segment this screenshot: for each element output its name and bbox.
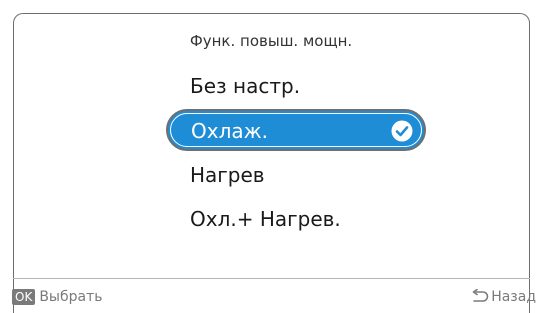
- option-cooling-heating[interactable]: Охл.+ Нагрев.: [190, 206, 341, 232]
- option-no-setting[interactable]: Без настр.: [190, 73, 300, 99]
- selection-highlight: Охлаж.: [170, 113, 422, 147]
- option-cooling-label: Охлаж.: [191, 119, 268, 143]
- screen: Функ. повыш. мощн. Без настр. Охлаж. Наг…: [0, 0, 542, 313]
- page-title: Функ. повыш. мощн.: [189, 32, 353, 50]
- select-label: Выбрать: [39, 289, 103, 305]
- footer-divider: [13, 278, 530, 279]
- check-circle-icon: [391, 120, 413, 142]
- ok-key-badge: OK: [12, 289, 36, 305]
- back-button[interactable]: Назад: [471, 287, 536, 307]
- option-heating[interactable]: Нагрев: [190, 162, 265, 188]
- option-cooling-selected[interactable]: Охлаж.: [166, 109, 426, 151]
- back-label: Назад: [491, 289, 536, 305]
- select-hint[interactable]: OK Выбрать: [12, 287, 103, 307]
- menu-frame: [13, 13, 530, 313]
- back-arrow-icon: [472, 289, 489, 302]
